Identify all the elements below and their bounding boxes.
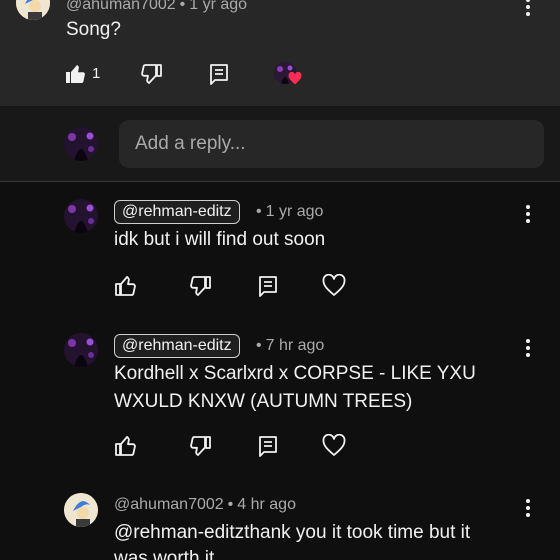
parent-handle[interactable]: @ahuman7002 — [66, 0, 176, 13]
reply-time: 4 hr ago — [237, 496, 296, 513]
reply-time: 1 yr ago — [265, 203, 324, 220]
reply-handle-chip[interactable]: @rehman-editz — [114, 334, 240, 358]
reply-text: idk but i will find out soon — [114, 229, 326, 250]
parent-comment: @ahuman7002 • 1 yr ago Song? 1 — [0, 0, 560, 106]
thumb-up-icon[interactable] — [64, 62, 88, 86]
reply-meta: • 7 hr ago — [256, 337, 325, 354]
heart-icon[interactable] — [322, 274, 346, 298]
reply-text-line-1: @rehman-editzthank you it took time but … — [114, 522, 471, 543]
reply-icon[interactable] — [256, 434, 280, 458]
reply-input[interactable]: Add a reply... — [119, 120, 544, 168]
reply-more-button[interactable] — [523, 205, 533, 227]
reply-text-line-2: was worth it — [114, 548, 215, 560]
heart-icon[interactable] — [322, 434, 346, 458]
creator-heart-badge — [274, 62, 302, 88]
thumb-down-icon[interactable] — [189, 434, 213, 458]
reply-more-button[interactable] — [523, 499, 533, 521]
reply-avatar[interactable] — [64, 199, 98, 233]
reply-handle-chip[interactable]: @rehman-editz — [114, 200, 240, 224]
reply-avatar[interactable] — [64, 333, 98, 367]
reply-meta: • 1 yr ago — [256, 203, 324, 220]
reply-avatar[interactable] — [64, 493, 98, 527]
thumb-up-icon[interactable] — [114, 434, 138, 458]
like-count: 1 — [92, 65, 101, 82]
reply-text-line-1: Kordhell x Scarlxrd x CORPSE - LIKE YXU — [114, 363, 476, 384]
thumb-up-icon[interactable] — [114, 274, 138, 298]
thumb-down-icon[interactable] — [189, 274, 213, 298]
reply-icon[interactable] — [256, 274, 280, 298]
thumb-down-icon[interactable] — [140, 62, 164, 86]
reply-more-button[interactable] — [523, 339, 533, 361]
reply-meta: @ahuman7002 • 4 hr ago — [114, 496, 296, 513]
parent-meta: @ahuman7002 • 1 yr ago — [66, 0, 247, 16]
reply-handle[interactable]: @ahuman7002 — [114, 496, 224, 513]
reply-icon[interactable] — [207, 62, 231, 86]
reply-text-line-2: WXULD KNXW (AUTUMN TREES) — [114, 391, 413, 412]
heart-icon — [288, 72, 302, 85]
parent-comment-text: Song? — [66, 19, 121, 40]
user-avatar — [64, 127, 98, 161]
reply-time: 7 hr ago — [265, 337, 325, 354]
avatar-ahuman7002[interactable] — [16, 0, 50, 20]
parent-more-button[interactable] — [523, 0, 533, 20]
parent-time: 1 yr ago — [189, 0, 248, 13]
